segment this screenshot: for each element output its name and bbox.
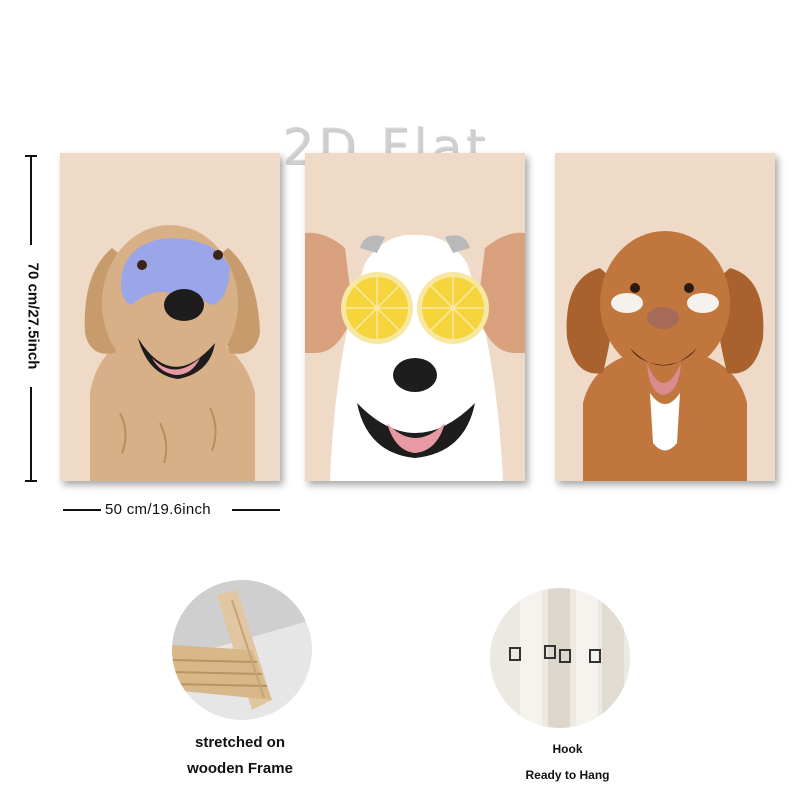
height-dimension-line-bottom bbox=[30, 387, 32, 482]
hanging-hook-closeup-image bbox=[490, 588, 630, 728]
wooden-frame-caption: stretched on wooden Frame bbox=[160, 730, 320, 782]
wooden-frame-closeup-image bbox=[172, 580, 312, 720]
wooden-frame-icon bbox=[172, 580, 312, 720]
lemon-dog-illustration bbox=[305, 153, 525, 481]
width-dimension-line-right bbox=[232, 509, 280, 511]
canvas-panel-lemon-dog bbox=[305, 153, 525, 481]
wooden-frame-caption-line-2: wooden Frame bbox=[187, 760, 293, 777]
hanging-hook-icon bbox=[490, 588, 630, 728]
hook-caption: Hook Ready to Hang bbox=[500, 736, 635, 788]
wooden-frame-caption-line-1: stretched on bbox=[194, 734, 285, 751]
height-dimension-tick-bottom bbox=[25, 480, 37, 482]
canvas-panel-golden-retriever bbox=[60, 153, 280, 481]
width-dimension-line-left bbox=[63, 509, 101, 511]
canvas-panel-brown-dog bbox=[555, 153, 775, 481]
hook-caption-line-2: Ready to Hang bbox=[525, 768, 610, 782]
brown-dog-illustration bbox=[555, 153, 775, 481]
hook-caption-line-1: Hook bbox=[552, 742, 583, 756]
height-dimension-tick-top bbox=[25, 155, 37, 157]
height-dimension-line-top bbox=[30, 155, 32, 245]
width-dimension-label: 50 cm/19.6inch bbox=[105, 501, 211, 518]
golden-retriever-illustration bbox=[60, 153, 280, 481]
height-dimension-label: 70 cm/27.5inch bbox=[24, 262, 42, 370]
